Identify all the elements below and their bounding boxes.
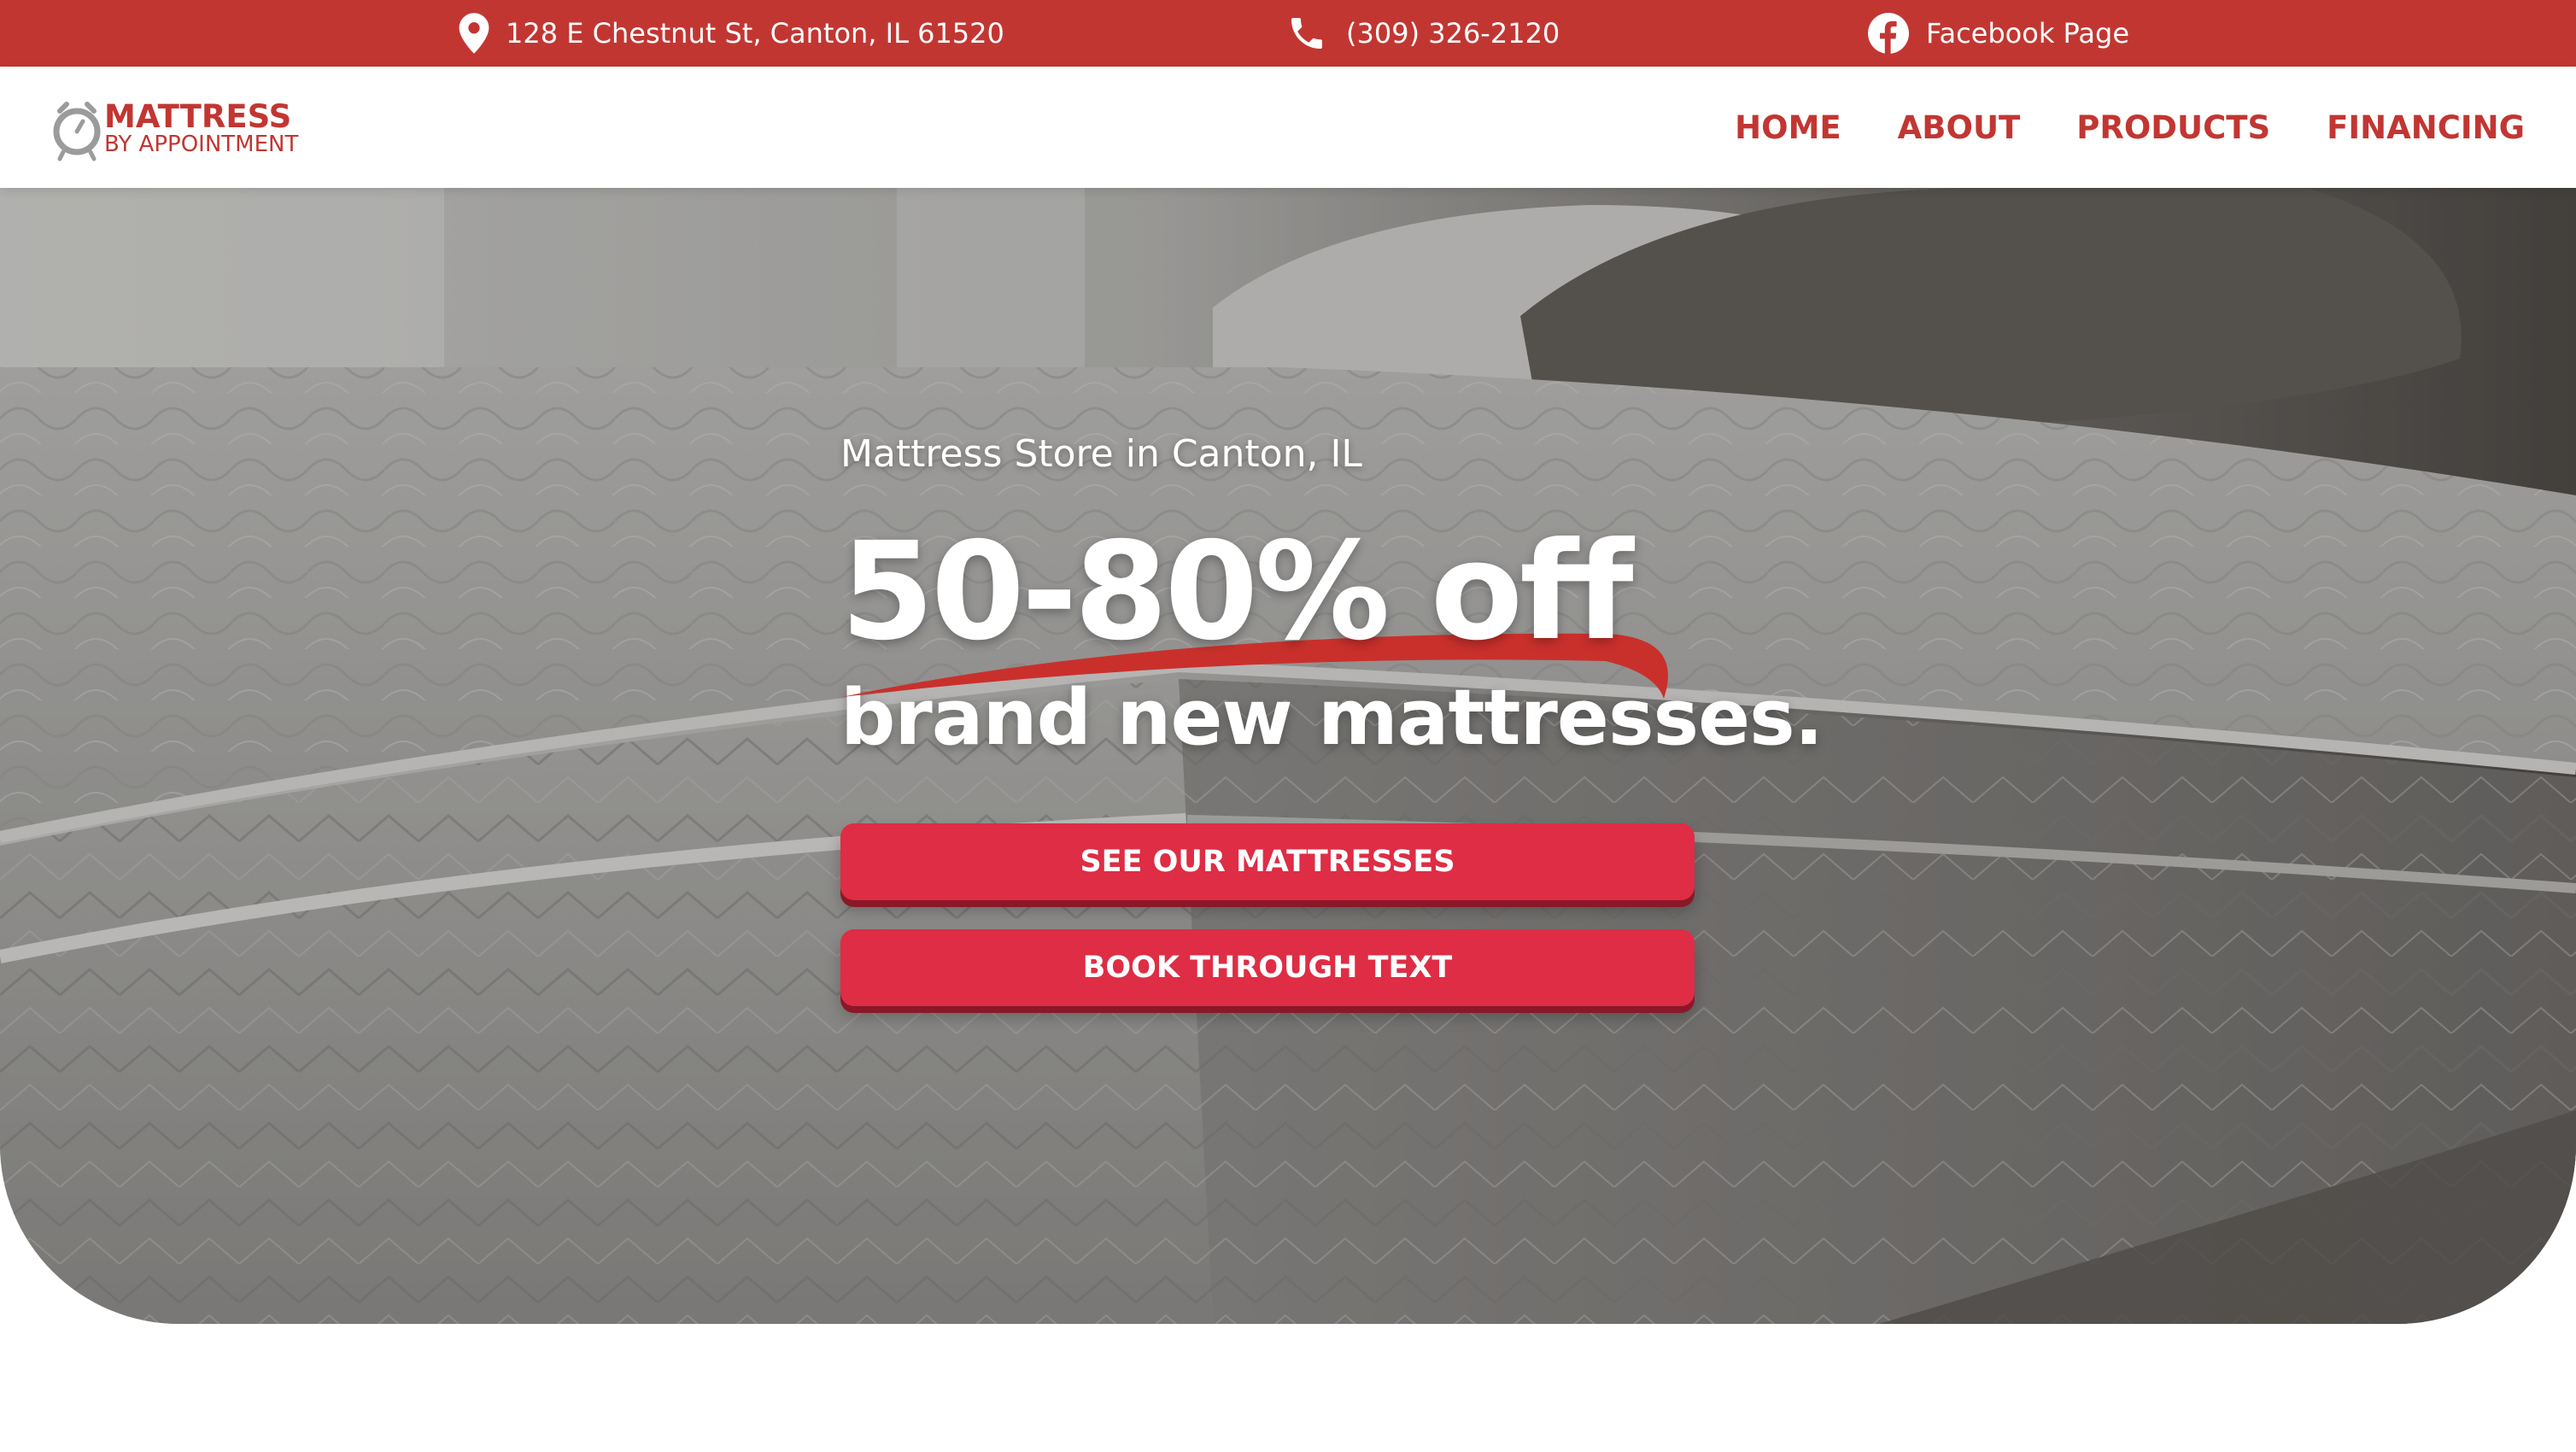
main-nav: HOME ABOUT PRODUCTS FINANCING xyxy=(1678,67,2525,188)
address-text: 128 E Chestnut St, Canton, IL 61520 xyxy=(506,17,1004,50)
hero-eyebrow: Mattress Store in Canton, IL xyxy=(840,432,1362,476)
top-contact-bar: 128 E Chestnut St, Canton, IL 61520 (309… xyxy=(0,0,2576,67)
see-mattresses-button[interactable]: SEE OUR MATTRESSES xyxy=(840,823,1695,900)
hero-section: Mattress Store in Canton, IL 50-80% off … xyxy=(0,188,2576,1324)
nav-products[interactable]: PRODUCTS xyxy=(2076,109,2270,146)
logo-tagline: BY APPOINTMENT xyxy=(104,132,299,157)
facebook-text: Facebook Page xyxy=(1926,17,2129,50)
logo-wordmark: MATTRESS xyxy=(104,98,292,135)
alarm-clock-icon xyxy=(53,102,101,161)
hero-headline-text: 50-80% off xyxy=(840,513,1634,670)
phone-icon xyxy=(1291,18,1322,49)
phone-link[interactable]: (309) 326-2120 xyxy=(1286,0,1560,67)
facebook-link[interactable]: Facebook Page xyxy=(1868,0,2129,67)
phone-text: (309) 326-2120 xyxy=(1346,17,1560,50)
book-through-text-button[interactable]: BOOK THROUGH TEXT xyxy=(840,929,1695,1006)
address-link[interactable]: 128 E Chestnut St, Canton, IL 61520 xyxy=(458,0,1004,67)
nav-about[interactable]: ABOUT xyxy=(1898,109,2021,146)
nav-home[interactable]: HOME xyxy=(1735,109,1841,146)
logo[interactable]: MATTRESS BY APPOINTMENT xyxy=(51,92,342,164)
hero-content: Mattress Store in Canton, IL 50-80% off … xyxy=(840,436,1865,1006)
facebook-icon xyxy=(1868,13,1909,54)
nav-financing[interactable]: FINANCING xyxy=(2327,109,2525,146)
site-header: MATTRESS BY APPOINTMENT HOME ABOUT PRODU… xyxy=(0,67,2576,188)
hero-headline: 50-80% off xyxy=(840,524,1865,699)
location-pin-icon xyxy=(459,13,489,54)
